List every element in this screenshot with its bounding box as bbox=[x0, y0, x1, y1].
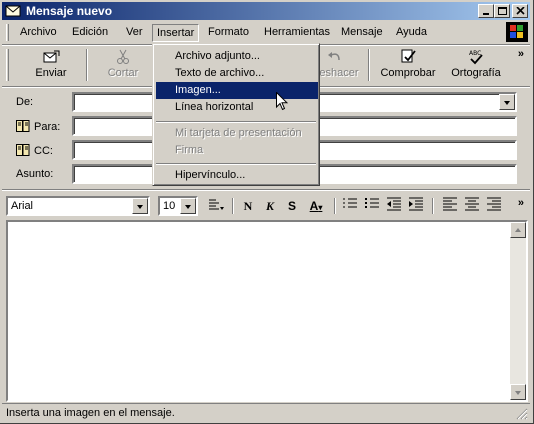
subject-label: Asunto: bbox=[16, 168, 54, 180]
title-bar[interactable]: Mensaje nuevo bbox=[2, 2, 530, 20]
align-left-button[interactable] bbox=[440, 197, 460, 215]
align-center-icon bbox=[465, 197, 479, 211]
font-select[interactable]: Arial bbox=[6, 196, 150, 216]
decrease-indent-button[interactable] bbox=[384, 197, 404, 215]
menu-separator bbox=[156, 121, 316, 123]
undo-icon bbox=[328, 52, 340, 61]
size-value: 10 bbox=[163, 200, 176, 212]
paragraph-style-button[interactable] bbox=[206, 197, 226, 215]
cc-label: CC: bbox=[34, 145, 53, 157]
toolbar-more-chevron[interactable]: » bbox=[518, 48, 524, 60]
envelope-icon bbox=[5, 5, 21, 17]
menu-item-hyperlink[interactable]: Hipervínculo... bbox=[156, 167, 318, 184]
send-button[interactable]: Enviar bbox=[22, 47, 80, 83]
menu-mensaje[interactable]: Mensaje bbox=[337, 24, 387, 42]
format-more-chevron[interactable]: » bbox=[518, 197, 524, 209]
editor-vertical-scrollbar[interactable] bbox=[510, 222, 526, 400]
format-separator bbox=[232, 198, 234, 214]
increase-indent-button[interactable] bbox=[406, 197, 426, 215]
menu-item-horizontal-line[interactable]: Línea horizontal bbox=[156, 99, 318, 116]
menubar-grip[interactable] bbox=[6, 24, 9, 41]
to-label: Para: bbox=[34, 121, 61, 133]
maximize-icon bbox=[498, 7, 507, 15]
font-value: Arial bbox=[11, 200, 34, 212]
message-body-editor[interactable] bbox=[6, 220, 528, 402]
menu-ver[interactable]: Ver bbox=[122, 24, 147, 42]
cc-label-group[interactable]: CC: bbox=[16, 144, 53, 157]
font-color-arrow-icon: ▾ bbox=[318, 203, 323, 212]
menu-insertar[interactable]: Insertar bbox=[152, 24, 200, 42]
menu-item-signature[interactable]: Firma bbox=[156, 142, 318, 159]
fields-divider bbox=[2, 189, 530, 191]
menu-bar: Archivo Edición Ver Insertar Formato Her… bbox=[2, 21, 530, 43]
format-separator bbox=[432, 198, 434, 214]
bold-button[interactable]: N bbox=[238, 197, 258, 215]
scroll-down-button[interactable] bbox=[510, 384, 526, 400]
italic-button[interactable]: K bbox=[260, 197, 280, 215]
font-color-button[interactable]: A▾ bbox=[304, 197, 328, 215]
align-center-button[interactable] bbox=[462, 197, 482, 215]
cut-label: Cortar bbox=[107, 67, 139, 79]
message-window: Mensaje nuevo Archivo Edición Ver Insert… bbox=[0, 0, 534, 424]
bullet-list-button[interactable] bbox=[362, 197, 382, 215]
align-left-icon bbox=[443, 197, 457, 211]
maximize-button[interactable] bbox=[494, 4, 510, 18]
spelling-label: Ortografía bbox=[451, 67, 501, 79]
check-names-label: Comprobar bbox=[380, 67, 436, 79]
menu-separator bbox=[156, 163, 316, 165]
toolbar-separator bbox=[86, 49, 88, 81]
send-label: Enviar bbox=[35, 67, 67, 79]
windows-logo-icon bbox=[506, 22, 528, 42]
menu-archivo[interactable]: Archivo bbox=[16, 24, 61, 42]
menu-item-business-card[interactable]: Mi tarjeta de presentación bbox=[156, 125, 318, 142]
align-right-button[interactable] bbox=[484, 197, 504, 215]
format-separator bbox=[334, 198, 336, 214]
size-dropdown-button[interactable] bbox=[180, 198, 196, 214]
status-text: Inserta una imagen en el mensaje. bbox=[6, 407, 175, 419]
toolbar-separator bbox=[368, 49, 370, 81]
scroll-up-button[interactable] bbox=[510, 222, 526, 238]
underline-button[interactable]: S bbox=[282, 197, 302, 215]
status-bar: Inserta una imagen en el mensaje. bbox=[2, 403, 530, 422]
svg-text:ABC: ABC bbox=[469, 50, 481, 57]
format-bar: Arial 10 N K S A▾ » bbox=[2, 192, 530, 218]
resize-grip-icon[interactable] bbox=[516, 408, 528, 420]
to-label-group[interactable]: Para: bbox=[16, 120, 60, 133]
bullet-list-icon bbox=[365, 198, 379, 208]
from-label: De: bbox=[16, 96, 34, 108]
font-dropdown-button[interactable] bbox=[132, 198, 148, 214]
check-names-button[interactable]: Comprobar bbox=[376, 47, 440, 83]
address-book-icon bbox=[16, 144, 30, 156]
menu-item-picture[interactable]: Imagen... bbox=[156, 82, 318, 99]
insert-menu: Archivo adjunto... Texto de archivo... I… bbox=[152, 43, 320, 186]
cut-button[interactable]: Cortar bbox=[98, 47, 148, 83]
minimize-button[interactable] bbox=[478, 4, 494, 18]
close-button[interactable] bbox=[512, 4, 528, 18]
menu-edicion[interactable]: Edición bbox=[68, 24, 112, 42]
menu-ayuda[interactable]: Ayuda bbox=[392, 24, 431, 42]
decrease-indent-icon bbox=[387, 197, 401, 211]
align-right-icon bbox=[487, 197, 501, 211]
scissors-icon bbox=[117, 49, 129, 64]
toolbar-grip[interactable] bbox=[6, 49, 9, 81]
menu-item-text-from-file[interactable]: Texto de archivo... bbox=[156, 65, 318, 82]
check-names-icon bbox=[401, 49, 416, 63]
minimize-icon bbox=[483, 13, 489, 15]
window-title: Mensaje nuevo bbox=[26, 4, 113, 18]
spelling-button[interactable]: ABC Ortografía bbox=[446, 47, 506, 83]
increase-indent-icon bbox=[409, 197, 423, 211]
menu-formato[interactable]: Formato bbox=[204, 24, 253, 42]
from-dropdown-button[interactable] bbox=[499, 94, 515, 110]
address-book-icon bbox=[16, 120, 30, 132]
spelling-icon: ABC bbox=[469, 50, 483, 65]
mouse-pointer-icon bbox=[276, 92, 288, 111]
menu-herramientas[interactable]: Herramientas bbox=[260, 24, 334, 42]
size-select[interactable]: 10 bbox=[158, 196, 198, 216]
menu-item-attachment[interactable]: Archivo adjunto... bbox=[156, 48, 318, 65]
numbered-list-button[interactable] bbox=[340, 197, 360, 215]
close-icon bbox=[516, 7, 525, 15]
numbered-list-icon bbox=[343, 198, 357, 208]
paragraph-style-icon bbox=[209, 199, 224, 210]
send-icon bbox=[43, 50, 60, 63]
